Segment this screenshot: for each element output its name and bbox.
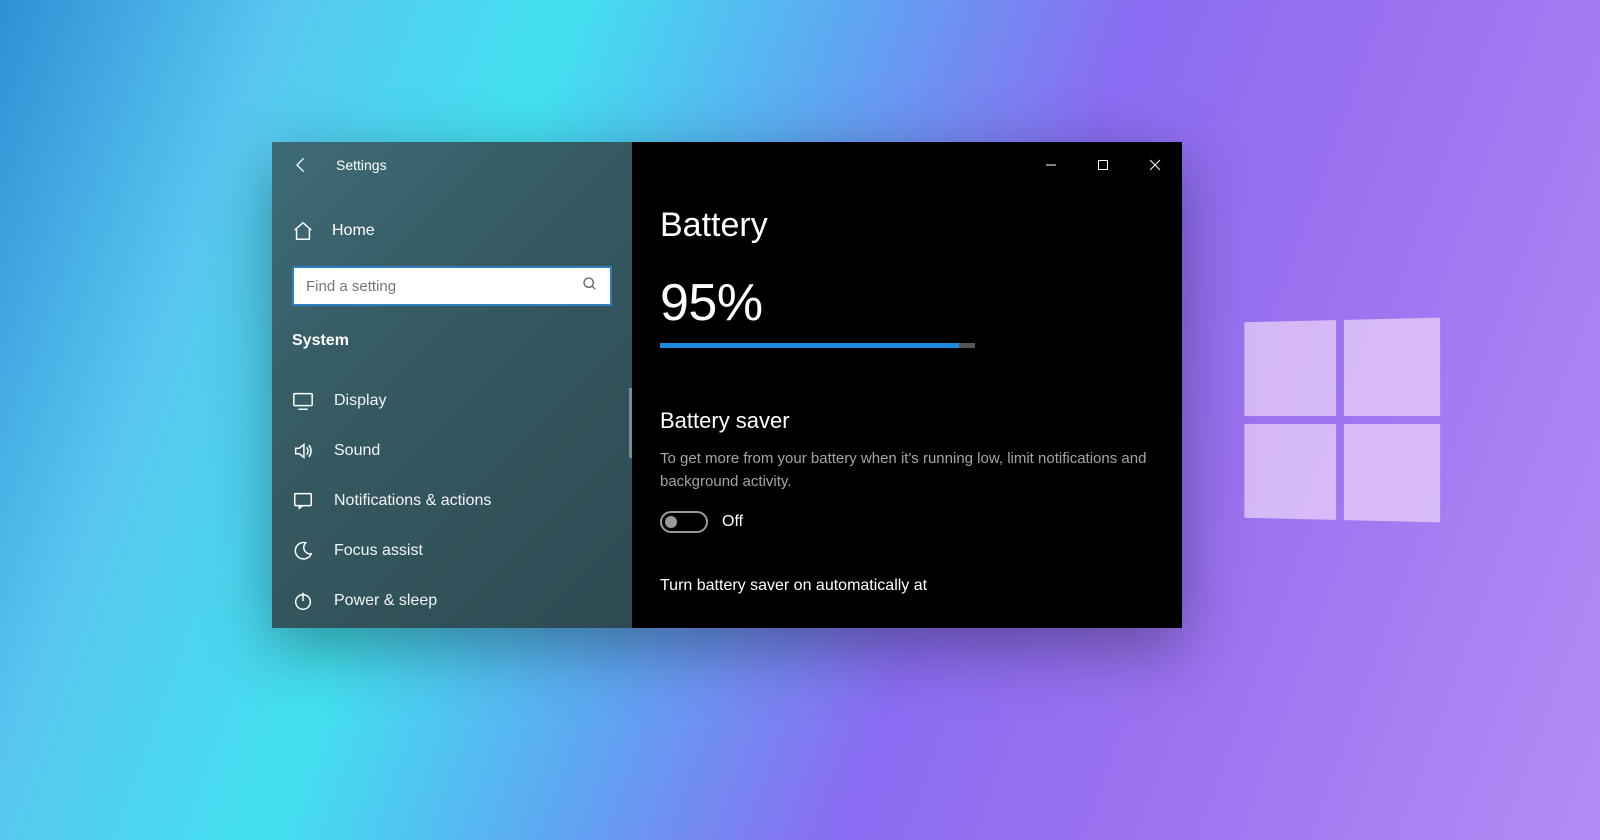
display-icon <box>292 390 314 412</box>
home-label: Home <box>332 222 375 240</box>
home-icon <box>292 220 314 242</box>
notifications-icon <box>292 490 314 512</box>
titlebar-left: Settings <box>272 142 632 188</box>
window-controls <box>632 142 1182 188</box>
maximize-button[interactable] <box>1080 142 1126 188</box>
sidebar-item-power-sleep[interactable]: Power & sleep <box>272 576 632 626</box>
window-title: Settings <box>336 157 387 173</box>
sidebar-item-notifications[interactable]: Notifications & actions <box>272 476 632 526</box>
battery-saver-toggle-row: Off <box>660 511 1154 533</box>
close-button[interactable] <box>1132 142 1178 188</box>
settings-window: Settings Home System Display <box>272 142 1182 628</box>
sidebar-item-label: Focus assist <box>334 542 423 560</box>
sidebar-nav-list: Display Sound Notifications & actions Fo… <box>272 354 632 626</box>
sidebar-item-display[interactable]: Display <box>272 376 632 426</box>
search-icon <box>582 276 598 297</box>
sidebar-item-label: Power & sleep <box>334 592 437 610</box>
battery-saver-toggle[interactable] <box>660 511 708 533</box>
auto-on-label: Turn battery saver on automatically at <box>660 577 1154 595</box>
sidebar-item-sound[interactable]: Sound <box>272 426 632 476</box>
sidebar-item-label: Display <box>334 392 386 410</box>
search-input[interactable] <box>306 278 582 295</box>
back-arrow-icon[interactable] <box>292 155 312 175</box>
moon-icon <box>292 540 314 562</box>
search-container <box>272 256 632 306</box>
windows-logo-decorative <box>1244 318 1440 523</box>
page-title: Battery <box>660 206 1154 245</box>
battery-saver-toggle-state: Off <box>722 513 743 531</box>
battery-progress-fill <box>660 343 959 348</box>
sidebar-item-focus-assist[interactable]: Focus assist <box>272 526 632 576</box>
power-icon <box>292 590 314 612</box>
search-box[interactable] <box>292 266 612 306</box>
sidebar-item-label: Notifications & actions <box>334 492 491 510</box>
sidebar-item-home[interactable]: Home <box>272 206 632 256</box>
battery-progress-track <box>660 343 975 348</box>
toggle-knob <box>665 516 677 528</box>
content-pane: Battery 95% Battery saver To get more fr… <box>632 142 1182 628</box>
sound-icon <box>292 440 314 462</box>
sidebar: Settings Home System Display <box>272 142 632 628</box>
sidebar-category-label: System <box>272 306 632 354</box>
battery-saver-heading: Battery saver <box>660 408 1154 434</box>
sidebar-item-label: Sound <box>334 442 380 460</box>
battery-percent-text: 95% <box>660 273 1154 333</box>
battery-saver-description: To get more from your battery when it's … <box>660 448 1154 493</box>
minimize-button[interactable] <box>1028 142 1074 188</box>
